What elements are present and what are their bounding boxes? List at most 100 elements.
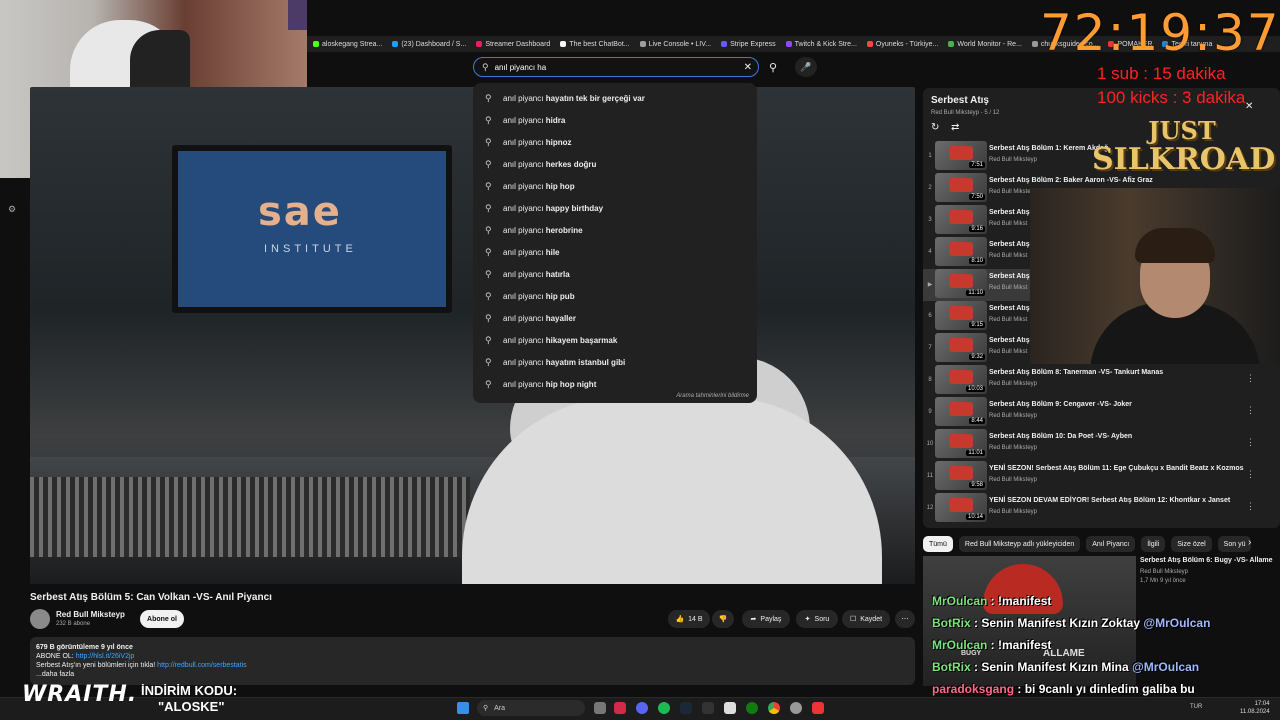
desc-link-2[interactable]: http://redbull.com/serbestatis <box>157 662 247 669</box>
like-button[interactable]: 👍 14 B <box>668 610 710 628</box>
playlist-item[interactable]: 12 10:14 YENİ SEZON DEVAM EDİYOR! Serbest … <box>923 493 1273 525</box>
app-icon-grey[interactable] <box>790 702 802 714</box>
suggestion-prefix: anıl piyancı <box>503 115 546 125</box>
save-button[interactable]: ☐ Kaydet <box>842 610 890 628</box>
channel-name[interactable]: Red Bull Miksteyp <box>56 610 125 619</box>
bookmark-item[interactable]: aloskegang Strea... <box>313 41 382 48</box>
suggestion-item[interactable]: ⚲ anıl piyancı hip pub <box>473 285 757 307</box>
bookmark-item[interactable]: Live Console • LIV... <box>639 41 711 48</box>
search-button[interactable]: ⚲ <box>760 57 786 77</box>
playlist-item[interactable]: 11 9:58 YENİ SEZON! Serbest Atış Bölüm 11:… <box>923 461 1273 493</box>
file-explorer-icon[interactable] <box>594 702 606 714</box>
search-input[interactable]: anıl piyancı ha <box>495 63 738 72</box>
suggestion-prefix: anıl piyancı <box>503 203 546 213</box>
more-actions-button[interactable]: ⋯ <box>895 610 915 628</box>
xbox-icon[interactable] <box>746 702 758 714</box>
suggestion-item[interactable]: ⚲ anıl piyancı hatırla <box>473 263 757 285</box>
bookmark-label: Stripe Express <box>730 40 776 48</box>
suggestion-item[interactable]: ⚲ anıl piyancı hidra <box>473 109 757 131</box>
filter-chip[interactable]: Anıl Piyancı <box>1086 536 1136 552</box>
recommended-title[interactable]: Serbest Atış Bölüm 6: Bugy -VS- Allame <box>1140 557 1280 564</box>
suggestion-prefix: anıl piyancı <box>503 247 546 257</box>
subscribe-button[interactable]: Abone ol <box>140 610 184 628</box>
suggestion-completion: hipnoz <box>545 137 572 147</box>
spotify-icon[interactable] <box>658 702 670 714</box>
playlist-index: 6 <box>928 313 932 319</box>
search-icon: ⚲ <box>485 312 492 323</box>
bookmark-item[interactable]: Twitch & Kick Stre... <box>785 41 857 48</box>
filter-chip[interactable]: İlgili <box>1141 536 1166 552</box>
playlist-item-title: YENİ SEZON DEVAM EDİYOR! Serbest Atış Bö… <box>989 497 1231 504</box>
more-vert-icon[interactable]: ⋮ <box>1246 373 1255 384</box>
more-vert-icon[interactable]: ⋮ <box>1246 405 1255 416</box>
windows-start-icon[interactable] <box>457 702 469 714</box>
filter-chip[interactable]: Red Bull Miksteyp adlı yükleyiciden <box>958 536 1081 552</box>
shuffle-icon[interactable]: ⇄ <box>951 122 959 133</box>
bookmark-item[interactable]: The best ChatBot... <box>560 41 630 48</box>
chrome-icon[interactable] <box>768 702 780 714</box>
voice-search-button[interactable]: 🎤 <box>795 57 817 77</box>
epic-icon[interactable] <box>702 702 714 714</box>
app-icon-white[interactable] <box>724 702 736 714</box>
steam-icon[interactable] <box>680 702 692 714</box>
bookmark-icon <box>639 41 646 47</box>
more-vert-icon[interactable]: ⋮ <box>1246 469 1255 480</box>
more-vert-icon[interactable]: ⋮ <box>1246 437 1255 448</box>
playlist-item-title: Serbest Atış <box>989 337 1030 344</box>
playlist-item-title: Serbest Atış <box>989 209 1030 216</box>
report-predictions-link[interactable]: Arama tahminlerini bildirme <box>676 393 749 399</box>
ask-button[interactable]: ✦ Soru <box>796 610 838 628</box>
lang-indicator[interactable]: TUR <box>1190 704 1202 710</box>
loop-icon[interactable]: ↻ <box>931 122 939 133</box>
share-icon: ➦ <box>750 616 757 623</box>
playlist-title[interactable]: Serbest Atış <box>931 95 989 106</box>
sponsor-logo: WRAITH. <box>22 682 138 707</box>
search-box[interactable]: ⚲ anıl piyancı ha ✕ <box>473 57 759 77</box>
settings-icon[interactable]: ⚙ <box>8 204 16 215</box>
suggestion-item[interactable]: ⚲ anıl piyancı hile <box>473 241 757 263</box>
search-icon: ⚲ <box>485 180 492 191</box>
suggestion-item[interactable]: ⚲ anıl piyancı happy birthday <box>473 197 757 219</box>
bookmark-item[interactable]: Streamer Dashboard <box>476 41 550 48</box>
playlist-item[interactable]: 10 11:01 Serbest Atış Bölüm 10: Da Poet -V… <box>923 429 1273 461</box>
share-button[interactable]: ➦ Paylaş <box>742 610 790 628</box>
suggestion-item[interactable]: ⚲ anıl piyancı hip hop <box>473 175 757 197</box>
desc-more[interactable]: ...daha fazla <box>36 670 909 679</box>
suggestion-item[interactable]: ⚲ anıl piyancı hipnoz <box>473 131 757 153</box>
bookmark-item[interactable]: Stripe Express <box>721 41 776 48</box>
playlist-thumbnail: 11:01 <box>935 429 987 458</box>
taskbar-search[interactable]: ⚲ Ara <box>477 700 585 716</box>
sub-rule: 1 sub : 15 dakika <box>1097 64 1226 83</box>
suggestion-completion: hayaller <box>545 313 576 323</box>
suggestion-item[interactable]: ⚲ anıl piyancı hikayem başarmak <box>473 329 757 351</box>
chat-text: bi 9canlı yı dinledim galiba bu <box>1024 682 1195 696</box>
bookmark-item[interactable]: (23) Dashboard / S... <box>392 41 466 48</box>
bookmark-item[interactable]: World Monitor - Re... <box>948 41 1022 48</box>
filter-chip[interactable]: Size özel <box>1171 536 1212 552</box>
app-icon-red2[interactable] <box>812 702 824 714</box>
suggestion-item[interactable]: ⚲ anıl piyancı herobrine <box>473 219 757 241</box>
playlist-item[interactable]: 8 10:03 Serbest Atış Bölüm 8: Tanerman -VS… <box>923 365 1273 397</box>
filter-chip[interactable]: Tümü <box>923 536 953 552</box>
suggestion-item[interactable]: ⚲ anıl piyancı herkes doğru <box>473 153 757 175</box>
taskbar-clock[interactable]: 17:04 11.08.2024 <box>1240 700 1270 716</box>
suggestion-item[interactable]: ⚲ anıl piyancı hayatım istanbul gibi <box>473 351 757 373</box>
suggestion-item[interactable]: ⚲ anıl piyancı hayaller <box>473 307 757 329</box>
channel-avatar[interactable] <box>30 609 50 629</box>
dislike-button[interactable]: 👎 <box>712 610 734 628</box>
chevron-right-icon[interactable]: › <box>1248 537 1251 548</box>
bookmark-item[interactable]: Oyuneks - Türkiye... <box>866 41 938 48</box>
more-vert-icon[interactable]: ⋮ <box>1246 501 1255 512</box>
desc-link-1[interactable]: http://hlsl.it/26iV2jp <box>76 653 135 660</box>
app-icon-red[interactable] <box>614 702 626 714</box>
close-icon[interactable]: ✕ <box>1245 101 1253 112</box>
discord-icon[interactable] <box>636 702 648 714</box>
video-description[interactable]: 679 B görüntüleme 9 yıl önce ABONE OL: h… <box>30 637 915 685</box>
suggestion-item[interactable]: ⚲ anıl piyancı hayatın tek bir gerçeği va… <box>473 87 757 109</box>
playlist-thumbnail: 8:44 <box>935 397 987 426</box>
filter-chip[interactable]: Son yü <box>1217 536 1252 552</box>
playlist-item[interactable]: 9 8:44 Serbest Atış Bölüm 9: Cengaver -VS-… <box>923 397 1273 429</box>
clear-search-icon[interactable]: ✕ <box>744 62 752 73</box>
chat-message: MrOulcan : !manifest <box>932 594 1052 608</box>
suggestion-item[interactable]: ⚲ anıl piyancı hip hop night <box>473 373 757 395</box>
